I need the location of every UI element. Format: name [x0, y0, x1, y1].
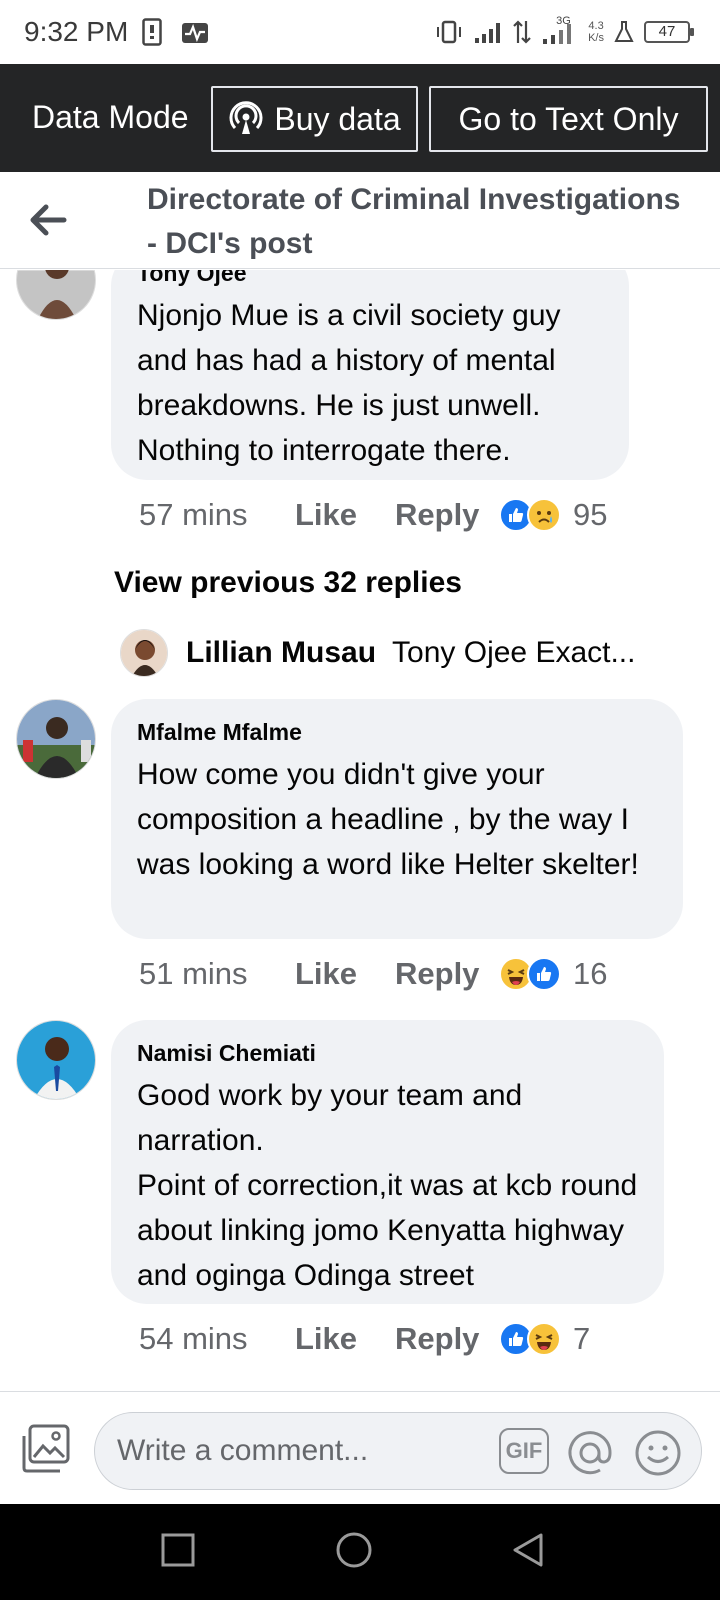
battery-indicator: 47	[644, 21, 694, 43]
emoji-icon[interactable]	[633, 1428, 683, 1478]
reply-preview-text: Tony Ojee Exact...	[392, 636, 636, 669]
back-nav-icon[interactable]	[510, 1532, 546, 1570]
recents-icon[interactable]	[160, 1532, 196, 1568]
comment-composer: GIF	[0, 1391, 720, 1504]
comment-text: Good work by your team and narration. Po…	[137, 1073, 638, 1298]
comment-author[interactable]: Namisi Chemiati	[137, 1040, 638, 1067]
home-icon[interactable]	[334, 1532, 374, 1572]
avatar[interactable]	[16, 1020, 96, 1100]
reply-button[interactable]: Reply	[395, 956, 499, 992]
latest-reply-preview[interactable]: Lillian Musau Tony Ojee Exact...	[120, 628, 635, 678]
data-mode-bar: Data Mode Buy data Go to Text Only	[0, 64, 720, 172]
comments-list[interactable]: Tony Ojee Njonjo Mue is a civil society …	[0, 270, 720, 1392]
reply-author[interactable]: Lillian Musau	[186, 636, 376, 670]
text-only-button[interactable]: Go to Text Only	[429, 86, 708, 152]
comment-bubble[interactable]: Mfalme Mfalme How come you didn't give y…	[111, 699, 683, 939]
comment-time: 54 mins	[139, 1321, 248, 1356]
post-header: Directorate of Criminal Investigations -…	[0, 172, 720, 269]
photo-icon[interactable]	[20, 1424, 72, 1474]
avatar[interactable]	[16, 699, 96, 779]
reaction-count: 95	[573, 497, 608, 532]
reply-button[interactable]: Reply	[395, 1321, 499, 1357]
status-time: 9:32 PM	[24, 16, 129, 47]
like-button[interactable]: Like	[295, 956, 395, 992]
system-nav-bar	[0, 1504, 720, 1600]
speed-unit: K/s	[588, 32, 604, 44]
avatar-photo	[17, 1021, 95, 1099]
back-arrow-icon[interactable]	[28, 202, 68, 238]
comment-text: Njonjo Mue is a civil society guy and ha…	[137, 299, 561, 467]
flask-icon	[614, 21, 634, 42]
buy-data-button[interactable]: Buy data	[211, 86, 418, 152]
activity-icon	[182, 23, 208, 43]
comment-bubble[interactable]: Tony Ojee Njonjo Mue is a civil society …	[111, 270, 629, 480]
signal-3g-icon	[543, 24, 572, 44]
like-button[interactable]: Like	[295, 497, 395, 533]
avatar-photo	[121, 630, 167, 676]
avatar-photo	[17, 700, 95, 778]
comment-meta: 51 mins Like Reply 16	[139, 954, 607, 994]
mention-icon[interactable]	[565, 1428, 615, 1478]
view-previous-replies[interactable]: View previous 32 replies	[114, 566, 462, 600]
broadcast-icon	[229, 101, 263, 134]
comment-author[interactable]: Tony Ojee	[137, 270, 603, 287]
text-only-label: Go to Text Only	[458, 100, 679, 137]
comment-meta: 57 mins Like Reply 95	[139, 495, 607, 535]
reaction-count: 16	[573, 956, 608, 991]
gif-button[interactable]: GIF	[499, 1428, 549, 1474]
reply-button[interactable]: Reply	[395, 497, 499, 533]
reaction-count: 7	[573, 1321, 591, 1356]
comment-time: 57 mins	[139, 497, 248, 532]
data-mode-label: Data Mode	[32, 99, 189, 135]
sim-notification-icon	[142, 18, 162, 46]
signal-icon	[475, 23, 501, 43]
comment-author[interactable]: Mfalme Mfalme	[137, 719, 657, 746]
status-bar: 9:32 PM 3G 4.3 K/s 47	[0, 0, 720, 64]
vibrate-icon	[437, 20, 462, 44]
page-title: Directorate of Criminal Investigations -…	[147, 183, 681, 260]
comment-bubble[interactable]: Namisi Chemiati Good work by your team a…	[111, 1020, 664, 1304]
comment-text-line: Point of correction,it was at kcb round …	[137, 1169, 638, 1292]
network-speed: 4.3 K/s	[588, 20, 604, 44]
comment-meta: 54 mins Like Reply 7	[139, 1319, 590, 1359]
sad-icon	[527, 498, 561, 532]
status-right: 3G 4.3 K/s 47	[434, 14, 694, 50]
speed-value: 4.3	[588, 20, 604, 32]
buy-data-label: Buy data	[274, 100, 401, 137]
reactions[interactable]	[499, 498, 561, 532]
like-button[interactable]: Like	[295, 1321, 395, 1357]
comment-text-line: Good work by your team and narration.	[137, 1079, 523, 1157]
like-icon	[527, 957, 561, 991]
avatar[interactable]	[120, 629, 168, 677]
haha-icon	[527, 1322, 561, 1356]
network-3g: 3G	[542, 15, 578, 47]
data-transfer-icon	[513, 20, 531, 44]
comment-text: How come you didn't give your compositio…	[137, 758, 639, 881]
comment-time: 51 mins	[139, 956, 248, 991]
comment-input-wrapper[interactable]: GIF	[94, 1412, 702, 1490]
reactions[interactable]	[499, 957, 561, 991]
avatar[interactable]	[16, 270, 96, 320]
avatar-photo	[17, 270, 95, 319]
comment-input[interactable]	[117, 1429, 457, 1473]
reactions[interactable]	[499, 1322, 561, 1356]
